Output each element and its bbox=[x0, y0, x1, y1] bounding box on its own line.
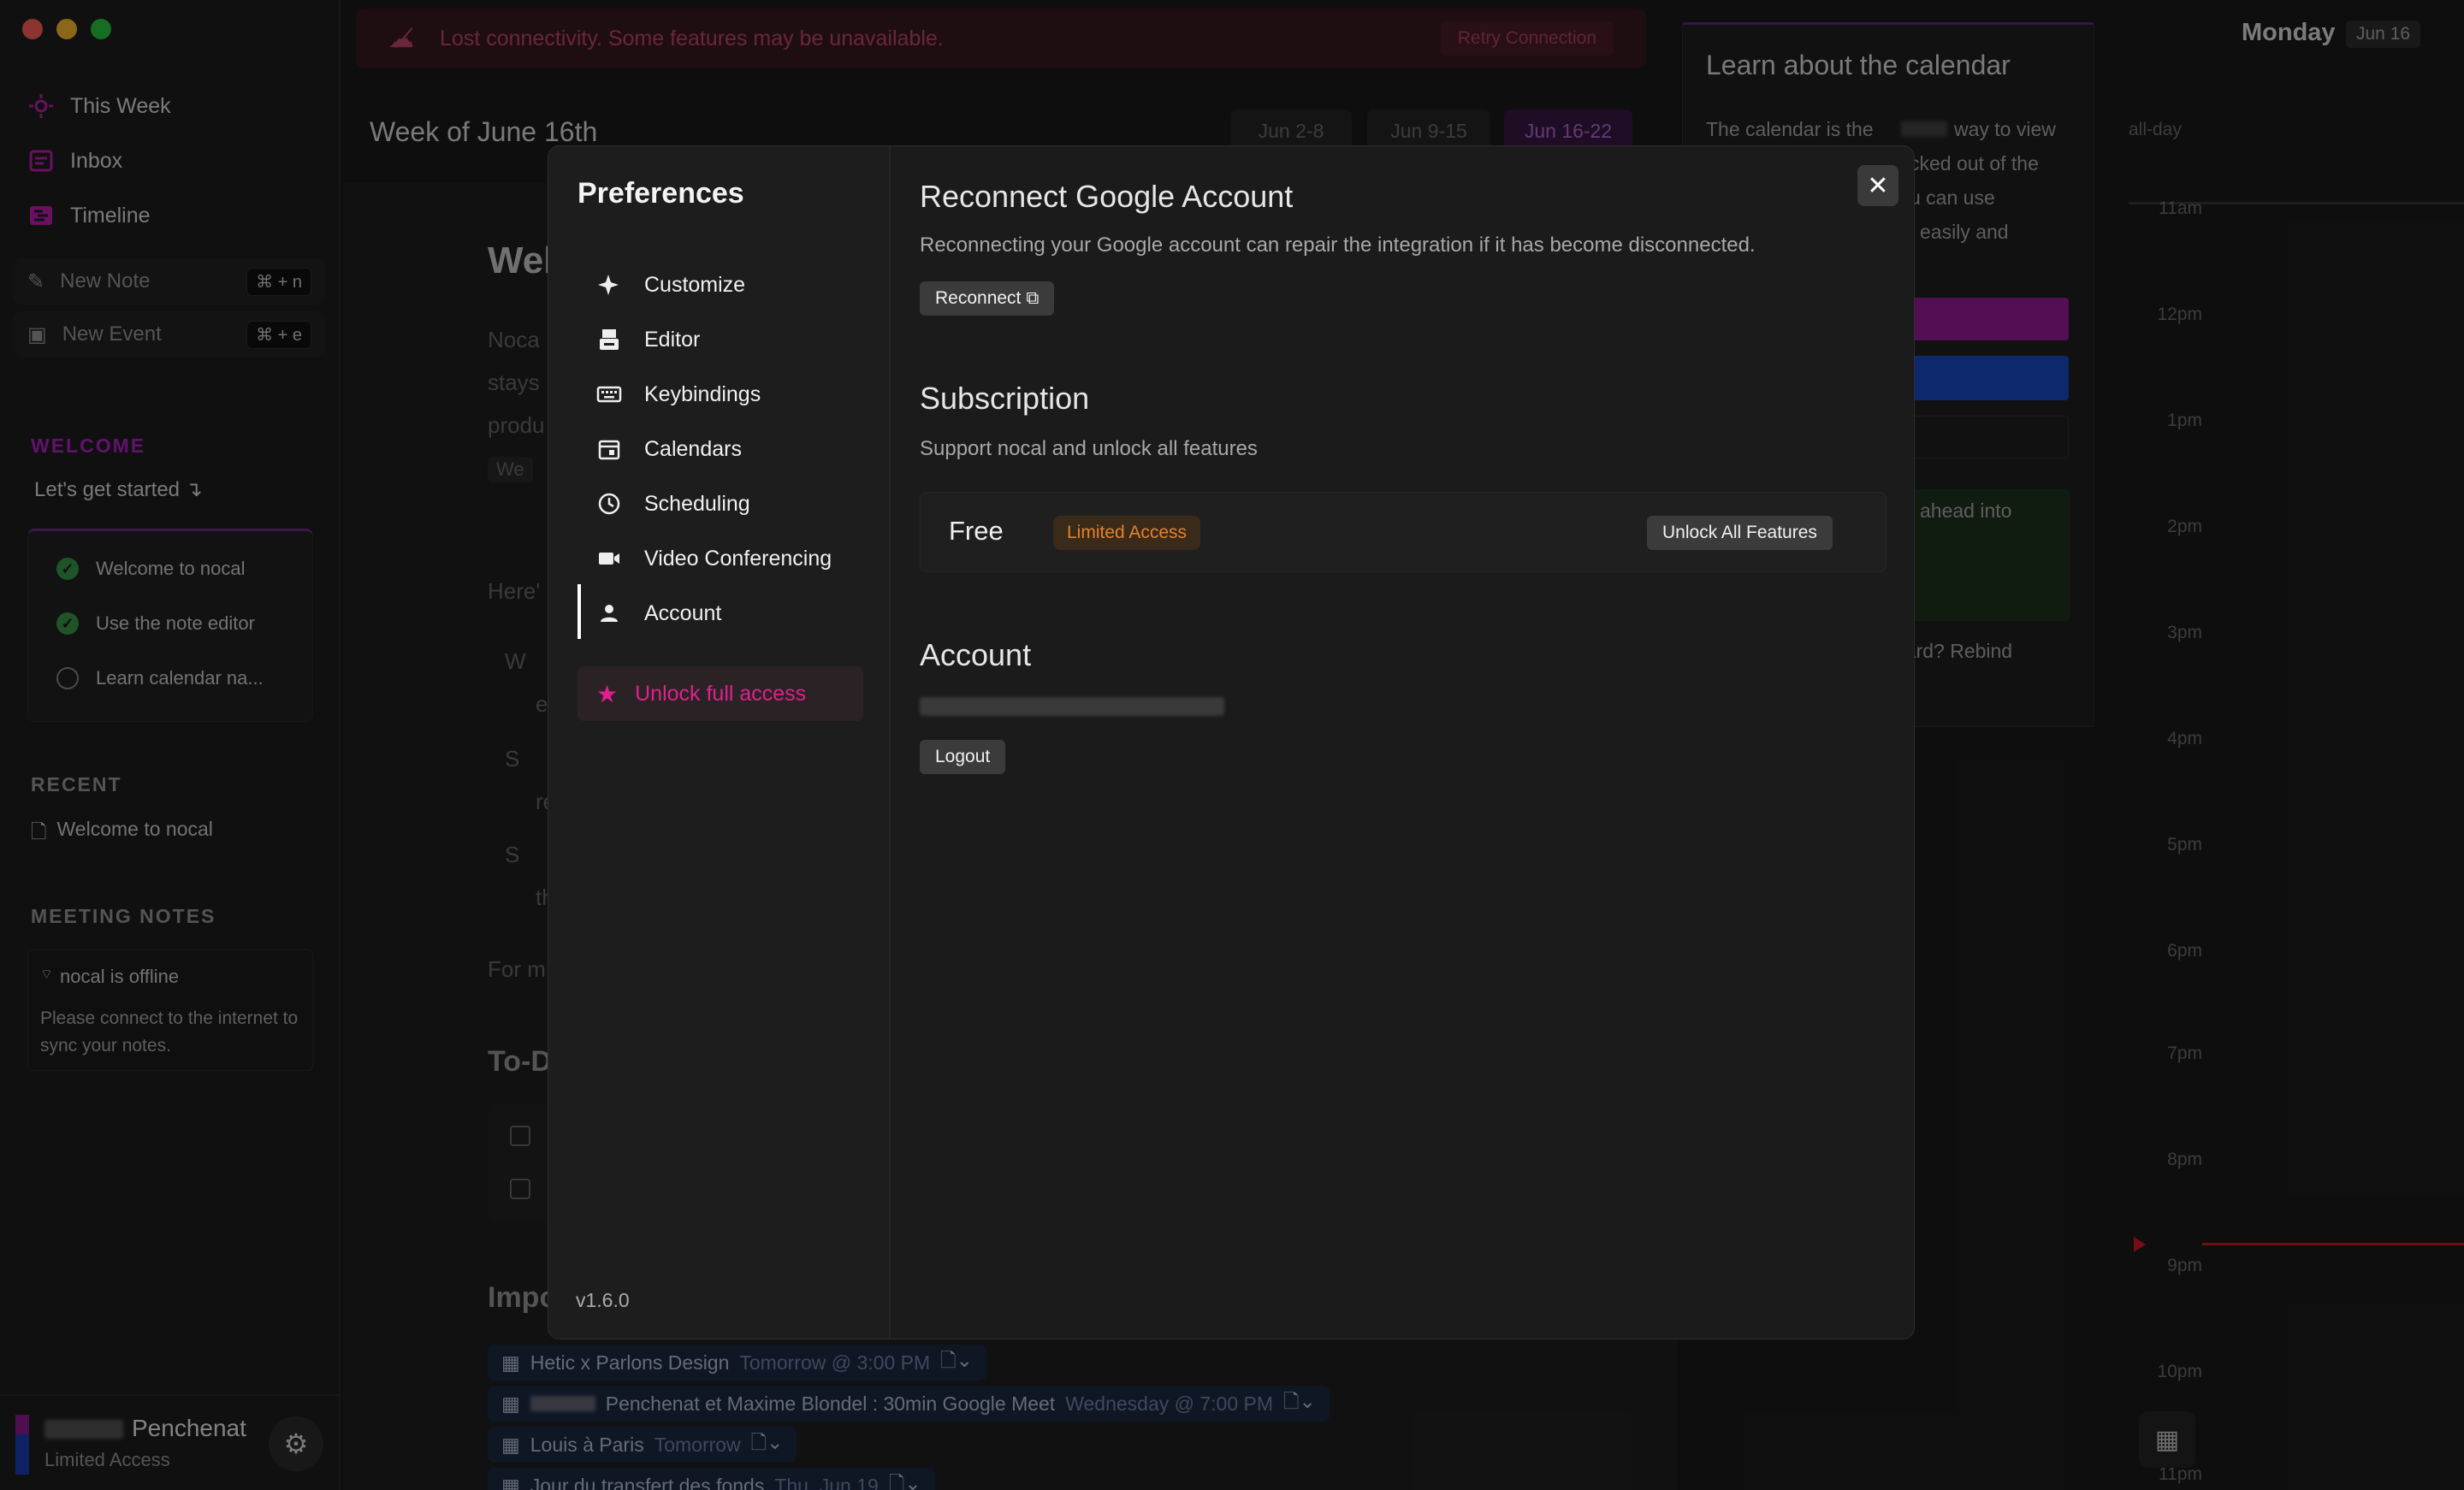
reconnect-title: Reconnect Google Account bbox=[920, 179, 1294, 214]
pref-editor[interactable]: Editor bbox=[596, 317, 700, 362]
close-icon: ✕ bbox=[1867, 171, 1889, 200]
reconnect-description: Reconnecting your Google account can rep… bbox=[920, 234, 1756, 257]
pref-video-conferencing[interactable]: Video Conferencing bbox=[596, 536, 832, 581]
plan-name: Free bbox=[949, 516, 1004, 546]
version-label: v1.6.0 bbox=[576, 1289, 630, 1311]
editor-icon bbox=[600, 329, 619, 350]
person-icon bbox=[601, 605, 618, 622]
logout-button[interactable]: Logout bbox=[920, 740, 1006, 774]
pref-label: Keybindings bbox=[644, 381, 761, 406]
unlock-all-features-button[interactable]: Unlock All Features bbox=[1647, 516, 1833, 550]
sparkle-icon bbox=[598, 275, 619, 295]
pref-account[interactable]: Account bbox=[596, 591, 721, 636]
pref-label: Account bbox=[644, 600, 722, 625]
preferences-modal: Preferences Customize Editor Keybindings… bbox=[548, 145, 1915, 1339]
star-icon: ★ bbox=[596, 680, 619, 707]
active-indicator bbox=[578, 584, 581, 639]
reconnect-label: Reconnect bbox=[935, 288, 1022, 308]
pref-label: Editor bbox=[644, 327, 701, 352]
calendar-icon bbox=[598, 440, 620, 460]
subscription-description: Support nocal and unlock all features bbox=[920, 437, 1258, 460]
subscription-title: Subscription bbox=[920, 381, 1090, 416]
external-link-icon: ⧉ bbox=[1026, 288, 1040, 308]
preferences-title: Preferences bbox=[578, 177, 744, 210]
account-title: Account bbox=[920, 637, 1032, 672]
pref-calendars[interactable]: Calendars bbox=[596, 427, 742, 471]
unlock-label: Unlock full access bbox=[635, 681, 807, 706]
pref-label: Scheduling bbox=[644, 491, 750, 516]
plan-badge: Limited Access bbox=[1053, 516, 1201, 550]
pref-label: Video Conferencing bbox=[644, 546, 832, 571]
pref-keybindings[interactable]: Keybindings bbox=[596, 372, 761, 417]
pref-label: Customize bbox=[644, 272, 746, 297]
unlock-full-access-button[interactable]: ★ Unlock full access bbox=[578, 666, 863, 721]
pref-label: Calendars bbox=[644, 436, 742, 461]
app-window: This Week Inbox Timeline ✎ New Note ⌘ + … bbox=[0, 0, 2464, 1490]
video-icon bbox=[599, 553, 619, 565]
close-modal-button[interactable]: ✕ bbox=[1857, 165, 1898, 206]
clock-icon bbox=[598, 493, 620, 515]
redacted-email bbox=[920, 697, 1224, 716]
reconnect-button[interactable]: Reconnect ⧉ bbox=[920, 281, 1055, 316]
pref-customize[interactable]: Customize bbox=[596, 263, 745, 307]
keyboard-icon bbox=[596, 386, 622, 403]
pref-scheduling[interactable]: Scheduling bbox=[596, 482, 750, 526]
